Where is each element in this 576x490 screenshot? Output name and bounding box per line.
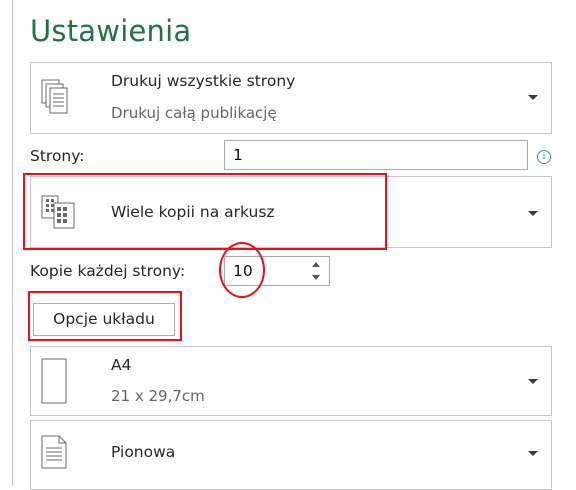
info-icon[interactable]: i [537,150,551,164]
portrait-icon [41,435,67,473]
chevron-down-icon [528,379,538,384]
print-range-label: Drukuj wszystkie strony [111,72,296,90]
chevron-down-icon [528,95,538,100]
page-size-icon [41,358,67,408]
highlight-box [28,291,182,341]
spin-up-icon[interactable] [312,262,320,267]
pages-stack-icon [41,79,69,119]
settings-title: Ustawienia [30,14,192,48]
highlight-circle [219,242,265,298]
paper-size-label: A4 [111,356,132,374]
orientation-dropdown[interactable]: Pionowa [30,420,552,490]
pages-input[interactable]: 1 [224,140,528,170]
pages-label: Strony: [30,147,85,165]
paper-size-dropdown[interactable]: A4 21 x 29,7cm [30,346,552,416]
chevron-down-icon [528,451,538,456]
chevron-down-icon [528,211,538,216]
copies-label: Kopie każdej strony: [30,262,186,280]
highlight-box [23,173,387,250]
paper-size-sublabel: 21 x 29,7cm [111,387,205,405]
spin-down-icon[interactable] [312,275,320,280]
print-range-sublabel: Drukuj całą publikację [111,104,277,122]
print-range-dropdown[interactable]: Drukuj wszystkie strony Drukuj całą publ… [30,62,552,134]
orientation-label: Pionowa [111,443,176,461]
